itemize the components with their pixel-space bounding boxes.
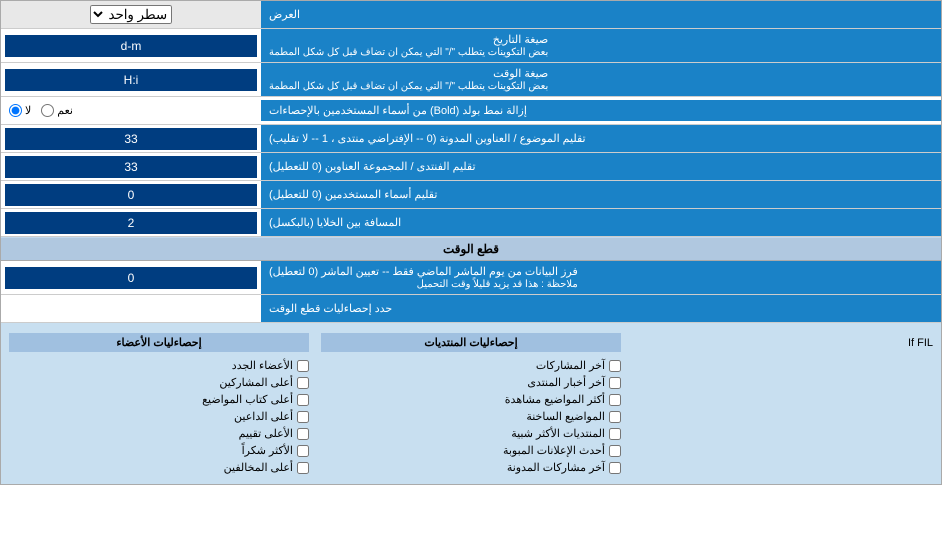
time-format-row: صيغة الوقت بعض التكوينات يتطلب "/" التي … [1,63,941,97]
cb-new-members-input[interactable] [297,360,309,372]
user-names-label: تقليم أسماء المستخدمين (0 للتعطيل) [261,181,941,208]
cutoff-input[interactable] [5,267,257,289]
topic-order-input[interactable] [5,128,257,150]
cb-top-violators: أعلى المخالفين [9,461,309,474]
cb-classified-ads-input[interactable] [609,445,621,457]
cb-top-topic-writers: أعلى كتاب المواضيع [9,393,309,406]
cb-top-rated-input[interactable] [297,428,309,440]
stats-apply-label: حدد إحصاءليات قطع الوقت [261,295,941,322]
cb-blog-posts: آخر مشاركات المدونة [321,461,621,474]
date-format-label: صيغة التاريخ بعض التكوينات يتطلب "/" الت… [261,29,941,62]
cb-top-topic-writers-input[interactable] [297,394,309,406]
display-label: العرض [261,1,941,28]
cb-top-rated: الأعلى تقييم [9,427,309,440]
member-stats-col: إحصاءليات الأعضاء الأعضاء الجدد أعلى الم… [5,329,313,478]
radio-no-input[interactable] [9,104,22,117]
display-select[interactable]: سطر واحد سطرين ثلاثة أسطر [90,5,172,24]
cutoff-time-title-row: قطع الوقت [1,237,941,261]
date-format-input-area [1,29,261,62]
date-format-row: صيغة التاريخ بعض التكوينات يتطلب "/" الت… [1,29,941,63]
header-row: العرض سطر واحد سطرين ثلاثة أسطر [1,1,941,29]
topic-order-row: تقليم الموضوع / العناوين المدونة (0 -- ا… [1,125,941,153]
checkboxes-section: If FIL إحصاءليات المنتديات آخر المشاركات… [1,323,941,484]
topic-order-input-area [1,125,261,152]
stats-apply-row: حدد إحصاءليات قطع الوقت [1,295,941,323]
forum-order-label: تقليم الفنتدى / المجموعة العناوين (0 للت… [261,153,941,180]
cutoff-time-title: قطع الوقت [1,238,941,260]
topic-order-label: تقليم الموضوع / العناوين المدونة (0 -- ا… [261,125,941,152]
time-format-label: صيغة الوقت بعض التكوينات يتطلب "/" التي … [261,63,941,96]
stats-left-col: If FIL [629,329,937,478]
cb-classified-ads: أحدث الإعلانات المبوبة [321,444,621,457]
cb-similar-forums: المنتديات الأكثر شبية [321,427,621,440]
radio-yes-input[interactable] [41,104,54,117]
cb-forum-news-input[interactable] [609,377,621,389]
cb-top-inviters: أعلى الداعين [9,410,309,423]
display-select-area: سطر واحد سطرين ثلاثة أسطر [1,1,261,28]
cutoff-input-area [1,261,261,294]
cb-similar-forums-input[interactable] [609,428,621,440]
forum-stats-title: إحصاءليات المنتديات [321,333,621,352]
gap-label: المسافة بين الخلايا (بالبكسل) [261,209,941,236]
cb-top-inviters-input[interactable] [297,411,309,423]
main-container: العرض سطر واحد سطرين ثلاثة أسطر صيغة الت… [0,0,942,485]
cb-most-viewed: أكثر المواضيع مشاهدة [321,393,621,406]
cb-most-thanked-input[interactable] [297,445,309,457]
radio-no-item: لا [9,104,31,117]
cb-hot-topics: المواضيع الساخنة [321,410,621,423]
date-format-input[interactable] [5,35,257,57]
stats-apply-input-area [1,295,261,322]
bold-remove-row: إزالة نمط بولد (Bold) من أسماء المستخدمي… [1,97,941,125]
cb-most-viewed-input[interactable] [609,394,621,406]
forum-order-row: تقليم الفنتدى / المجموعة العناوين (0 للت… [1,153,941,181]
bold-remove-label: إزالة نمط بولد (Bold) من أسماء المستخدمي… [261,100,941,121]
user-names-input-area [1,181,261,208]
cb-most-thanked: الأكثر شكراً [9,444,309,457]
forum-stats-col: إحصاءليات المنتديات آخر المشاركات آخر أخ… [317,329,625,478]
radio-yes-item: نعم [41,104,73,117]
user-names-input[interactable] [5,184,257,206]
cb-last-posts: آخر المشاركات [321,359,621,372]
cb-hot-topics-input[interactable] [609,411,621,423]
time-format-input-area [1,63,261,96]
cb-forum-news: آخر أخبار المنتدى [321,376,621,389]
cutoff-input-label: فرز البيانات من يوم الماشر الماضي فقط --… [261,261,941,294]
time-format-input[interactable] [5,69,257,91]
gap-input-area [1,209,261,236]
member-stats-title: إحصاءليات الأعضاء [9,333,309,352]
cb-top-posters-input[interactable] [297,377,309,389]
gap-row: المسافة بين الخلايا (بالبكسل) [1,209,941,237]
cb-blog-posts-input[interactable] [609,462,621,474]
bold-remove-radio-area: نعم لا [1,102,261,119]
cb-new-members: الأعضاء الجدد [9,359,309,372]
cb-top-posters: أعلى المشاركين [9,376,309,389]
cb-last-posts-input[interactable] [609,360,621,372]
forum-order-input-area [1,153,261,180]
forum-order-input[interactable] [5,156,257,178]
cb-top-violators-input[interactable] [297,462,309,474]
cutoff-input-row: فرز البيانات من يوم الماشر الماضي فقط --… [1,261,941,295]
user-names-row: تقليم أسماء المستخدمين (0 للتعطيل) [1,181,941,209]
gap-input[interactable] [5,212,257,234]
